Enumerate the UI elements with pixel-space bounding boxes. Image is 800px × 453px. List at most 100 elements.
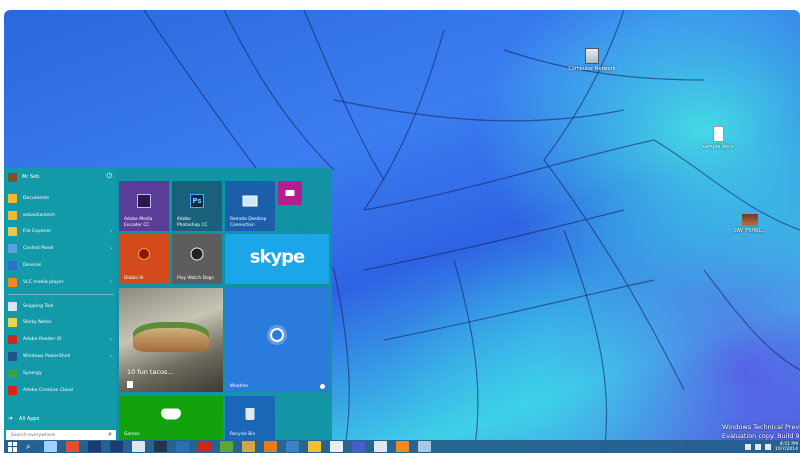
- start-item-label: File Explorer: [23, 229, 52, 235]
- media-icon[interactable]: [176, 441, 189, 452]
- tile-label: Games: [124, 431, 140, 437]
- flag-icon[interactable]: [764, 443, 771, 450]
- filezilla-icon[interactable]: [198, 441, 211, 452]
- start-item-snipping-tool[interactable]: Snipping Tool: [8, 298, 114, 315]
- desktop-icon-image[interactable]: DW_F5H6L...: [722, 214, 778, 234]
- chevron-right-icon[interactable]: ›: [110, 337, 112, 343]
- document-icon: [712, 126, 724, 142]
- remote-desktop-icon: [242, 195, 258, 207]
- tile-label-line: Connection: [230, 222, 255, 228]
- start-item-label: Devices: [23, 263, 42, 269]
- greenshot-icon[interactable]: [220, 441, 233, 452]
- tile-weather[interactable]: Weather: [225, 288, 329, 392]
- scissors-icon: [8, 301, 17, 311]
- tile-photoshop[interactable]: Ps Adobe Photoshop CC: [172, 181, 222, 231]
- media-encoder-icon: [137, 194, 151, 208]
- tile-label: Remote Desktop Connection: [230, 217, 266, 228]
- chevron-right-icon[interactable]: ›: [110, 246, 112, 252]
- food-app-icon: [127, 381, 133, 388]
- start-item-file-explorer[interactable]: File Explorer ›: [8, 224, 114, 241]
- computer-icon[interactable]: [418, 441, 431, 452]
- steam-icon[interactable]: [154, 441, 167, 452]
- start-item-label: sebastiantech: [23, 212, 56, 218]
- gear-icon: [8, 261, 17, 271]
- taskbar: ⌕ 8:51 PM 10/7/2014: [4, 440, 800, 453]
- user-account[interactable]: Mr Seb ⏻: [8, 171, 114, 183]
- start-item-label: Windows PowerShell: [23, 354, 71, 360]
- all-apps-button[interactable]: ➜ All Apps: [8, 415, 39, 422]
- tile-diablo[interactable]: Diablo III: [119, 234, 169, 284]
- recycle-bin-icon[interactable]: [374, 441, 387, 452]
- start-item-label: Adobe Creative Cloud: [23, 387, 73, 393]
- start-item-creative-cloud[interactable]: Adobe Creative Cloud: [8, 382, 114, 399]
- tile-label: Adobe Photoshop CC: [177, 217, 208, 228]
- chevron-right-icon[interactable]: ›: [110, 229, 112, 235]
- start-item-label: Adobe Reader XI: [23, 337, 62, 343]
- search-icon[interactable]: ⌕: [108, 430, 112, 439]
- start-item-control-panel[interactable]: Control Panel ›: [8, 240, 114, 257]
- tile-recycle-bin[interactable]: Recycle Bin: [225, 396, 275, 440]
- search-placeholder: Search everywhere: [11, 433, 56, 438]
- tile-label: Play Watch Dogs: [177, 275, 214, 281]
- tile-skype[interactable]: skype: [225, 234, 329, 284]
- photoshop-icon: Ps: [190, 194, 204, 208]
- start-menu-list: Documents sebastiantech File Explorer › C…: [8, 190, 114, 399]
- chrome-icon[interactable]: [66, 441, 79, 452]
- photoshop-icon-2[interactable]: [110, 441, 123, 452]
- chevron-right-icon[interactable]: ›: [110, 354, 112, 360]
- start-item-powershell[interactable]: Windows PowerShell ›: [8, 348, 114, 365]
- photoshop-icon[interactable]: [88, 441, 101, 452]
- tile-food[interactable]: 10 fun tacos...: [119, 288, 223, 392]
- tile-camera[interactable]: [278, 181, 302, 205]
- notepad-icon[interactable]: [330, 441, 343, 452]
- task-view-icon[interactable]: [44, 441, 57, 452]
- tile-remote-desktop[interactable]: Remote Desktop Connection: [225, 181, 275, 231]
- vlc-icon[interactable]: [396, 441, 409, 452]
- clock-date: 10/7/2014: [774, 446, 798, 452]
- start-item-label: Control Panel: [23, 246, 54, 252]
- xbox-controller-icon: [161, 408, 181, 420]
- diablo-icon: [138, 248, 150, 260]
- arrow-right-icon: ➜: [8, 415, 14, 422]
- start-item-documents[interactable]: Documents: [8, 190, 114, 207]
- start-item-synergy[interactable]: Synergy: [8, 365, 114, 382]
- start-item-adobe-reader[interactable]: Adobe Reader XI ›: [8, 331, 114, 348]
- search-icon[interactable]: ⌕: [26, 441, 38, 452]
- folder-icon[interactable]: [308, 441, 321, 452]
- powershell-icon: [8, 352, 17, 362]
- start-item-label: Documents: [23, 195, 50, 201]
- volume-icon[interactable]: [754, 443, 761, 450]
- tile-games[interactable]: Games: [119, 396, 223, 440]
- start-item-sebastiantech[interactable]: sebastiantech: [8, 207, 114, 224]
- camera-icon: [285, 190, 295, 196]
- start-item-label: VLC media player: [23, 279, 64, 285]
- start-menu: Mr Seb ⏻ Documents sebastiantech File Ex…: [4, 168, 332, 441]
- start-item-sticky-notes[interactable]: Sticky Notes: [8, 315, 114, 332]
- control-panel-icon: [8, 244, 17, 254]
- file-manager-icon[interactable]: [132, 441, 145, 452]
- desktop-icon-label: sample docx: [702, 144, 734, 150]
- chevron-right-icon[interactable]: ›: [110, 279, 112, 285]
- system-tray: 8:51 PM 10/7/2014: [744, 440, 798, 453]
- windows-start-icon[interactable]: [8, 441, 18, 452]
- firefox-icon[interactable]: [264, 441, 277, 452]
- folder-icon: [8, 210, 17, 220]
- power-icon[interactable]: ⏻: [106, 172, 112, 181]
- network-icon[interactable]: [744, 443, 751, 450]
- watermark-line-1: Windows Technical Preview: [722, 423, 800, 431]
- folder-icon: [8, 193, 17, 203]
- clock[interactable]: 8:51 PM 10/7/2014: [775, 442, 798, 452]
- start-item-devices[interactable]: Devices: [8, 257, 114, 274]
- settings-icon[interactable]: [352, 441, 365, 452]
- desktop-screen: Computer Network sample docx DW_F5H6L...…: [4, 10, 800, 453]
- start-item-vlc[interactable]: VLC media player ›: [8, 274, 114, 291]
- desktop-icon-computer[interactable]: Computer Network: [564, 48, 620, 72]
- desktop-icon-document[interactable]: sample docx: [690, 126, 746, 150]
- network-icon[interactable]: [286, 441, 299, 452]
- start-item-label: Synergy: [23, 370, 42, 376]
- weather-indicator-icon: [320, 384, 325, 389]
- tile-watch-dogs[interactable]: Play Watch Dogs: [172, 234, 222, 284]
- app-icon[interactable]: [242, 441, 255, 452]
- tile-media-encoder[interactable]: Adobe Media Encoder CC: [119, 181, 169, 231]
- food-image: [133, 322, 209, 352]
